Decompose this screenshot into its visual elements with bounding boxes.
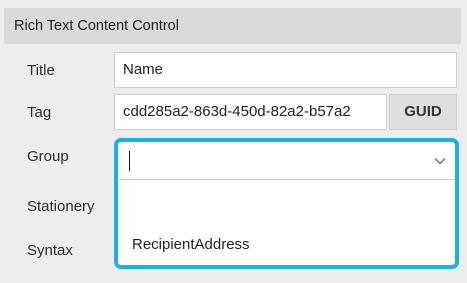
content-control-panel: Rich Text Content Control Title Name Tag… bbox=[0, 0, 467, 283]
syntax-label: Syntax bbox=[27, 242, 73, 259]
panel-header: Rich Text Content Control bbox=[4, 8, 461, 44]
title-label: Title bbox=[27, 62, 55, 79]
dropdown-option-empty[interactable] bbox=[132, 190, 432, 222]
group-input[interactable] bbox=[118, 142, 455, 180]
text-caret bbox=[129, 151, 130, 171]
title-input[interactable]: Name bbox=[114, 52, 457, 88]
group-combobox[interactable]: RecipientAddress bbox=[114, 138, 459, 269]
stationery-label: Stationery bbox=[27, 198, 95, 215]
group-label: Group bbox=[27, 148, 69, 165]
tag-input[interactable]: cdd285a2-863d-450d-82a2-b57a2 bbox=[114, 94, 387, 130]
dropdown-option-recipientaddress[interactable]: RecipientAddress bbox=[132, 236, 250, 253]
guid-button[interactable]: GUID bbox=[389, 94, 457, 130]
tag-label: Tag bbox=[27, 104, 52, 121]
chevron-down-icon[interactable] bbox=[433, 154, 447, 168]
